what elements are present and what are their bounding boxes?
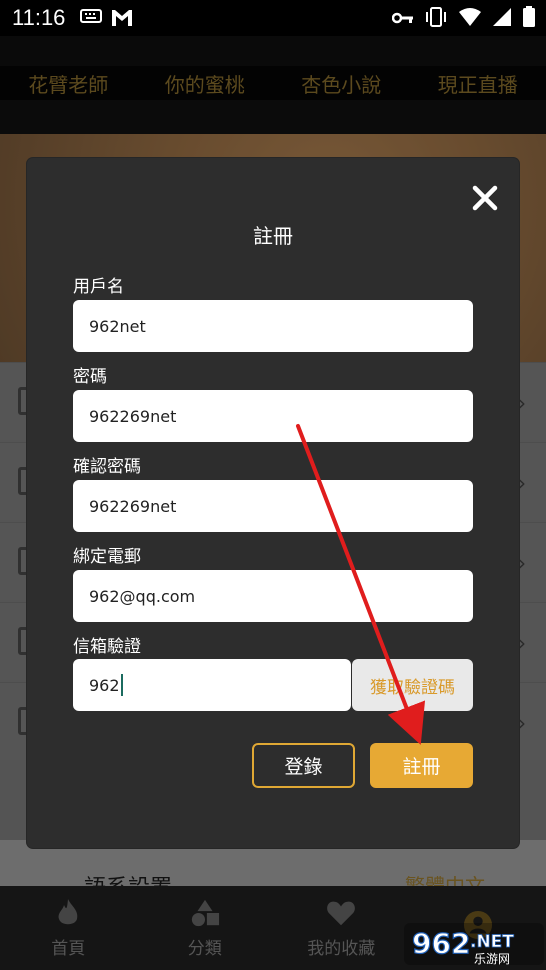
shapes-icon: [190, 898, 220, 928]
email-value: 962@qq.com: [89, 586, 196, 606]
top-nav: 花臂老師 你的蜜桃 杏色小說 現正直播: [0, 66, 546, 100]
username-value: 962net: [89, 316, 146, 336]
gmail-icon: [110, 6, 134, 32]
flame-icon: [53, 898, 83, 928]
svg-text:962: 962: [412, 927, 470, 960]
svg-text:.NET: .NET: [470, 932, 514, 952]
tab-category[interactable]: 分類: [137, 886, 274, 970]
status-right-icons: [391, 6, 536, 32]
vpn-key-icon: [391, 10, 414, 29]
nav-spacer: [0, 100, 546, 134]
wifi-icon: [458, 7, 482, 31]
status-bar: 11:16: [0, 0, 546, 36]
password-label: 密碼: [73, 367, 107, 387]
top-nav-item[interactable]: 花臂老師: [28, 69, 108, 98]
verify-code-input[interactable]: 962: [73, 659, 351, 711]
status-time: 11:16: [12, 5, 66, 30]
tab-label: 首頁: [51, 938, 86, 959]
register-dialog: 註冊 用戶名 962net 密碼 962269net 確認密碼 962269ne…: [27, 158, 519, 848]
email-input[interactable]: 962@qq.com: [73, 570, 473, 622]
login-button[interactable]: 登錄: [252, 743, 355, 788]
username-input[interactable]: 962net: [73, 300, 473, 352]
password-value: 962269net: [89, 406, 177, 426]
email-label: 綁定電郵: [73, 547, 141, 567]
confirm-password-value: 962269net: [89, 496, 177, 516]
dialog-title: 註冊: [253, 224, 293, 248]
signal-icon: [492, 7, 512, 31]
text-cursor: [120, 674, 123, 696]
confirm-password-input[interactable]: 962269net: [73, 480, 473, 532]
email-verify-label: 信箱驗證: [73, 637, 141, 657]
status-left-icons: [80, 6, 134, 32]
get-code-button[interactable]: 獲取驗證碼: [352, 659, 473, 711]
tab-label: 我的收藏: [307, 938, 376, 959]
top-nav-item[interactable]: 杏色小說: [301, 69, 381, 98]
heart-icon: [326, 898, 356, 928]
tab-favorites[interactable]: 我的收藏: [273, 886, 410, 970]
top-nav-item[interactable]: 現正直播: [438, 69, 518, 98]
close-icon[interactable]: [471, 184, 499, 212]
confirm-password-label: 確認密碼: [73, 457, 141, 477]
password-input[interactable]: 962269net: [73, 390, 473, 442]
verify-code-value: 962: [89, 675, 120, 695]
username-label: 用戶名: [73, 277, 124, 297]
watermark-logo: 962 .NET 乐游网: [404, 915, 544, 967]
battery-icon: [522, 6, 536, 32]
register-button[interactable]: 註冊: [370, 743, 473, 788]
top-nav-item[interactable]: 你的蜜桃: [165, 69, 245, 98]
vibrate-icon: [424, 6, 448, 32]
tab-home[interactable]: 首頁: [0, 886, 137, 970]
top-strip: [0, 36, 546, 66]
keyboard-icon: [80, 6, 102, 32]
tab-label: 分類: [187, 938, 222, 959]
svg-text:乐游网: 乐游网: [474, 952, 510, 966]
